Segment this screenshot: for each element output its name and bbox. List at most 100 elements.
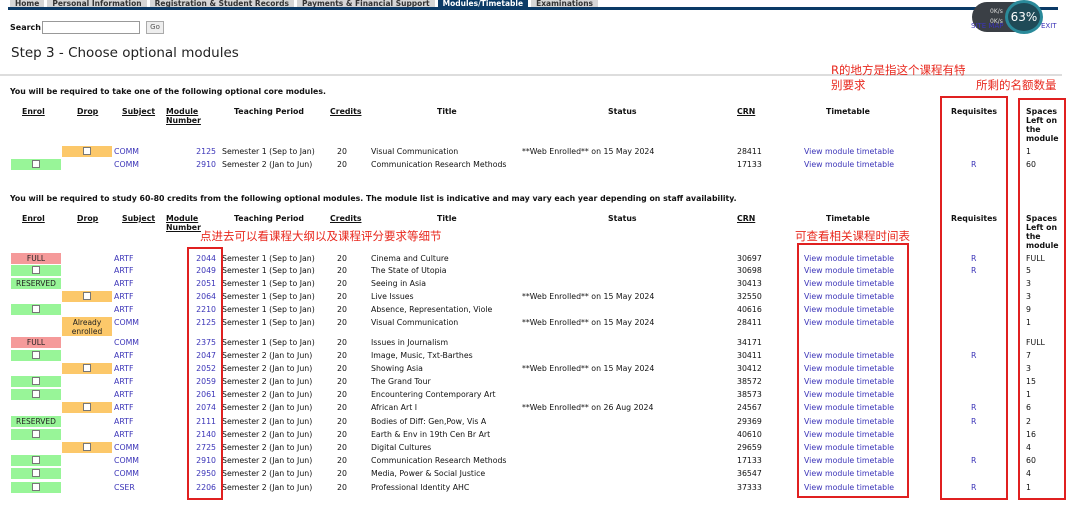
credits: 20 [337,456,347,465]
status: **Web Enrolled** on 15 May 2024 [522,147,655,156]
subject-link[interactable]: ARTF [114,351,133,361]
module-number-link[interactable]: 2910 [180,160,216,170]
exit-link[interactable]: EXIT [1041,22,1057,30]
subject-link[interactable]: COMM [114,469,139,479]
crn: 37333 [737,483,762,492]
enrol-checkbox-cell[interactable] [11,350,61,361]
drop-checkbox-cell[interactable] [62,291,112,302]
requisites-highlight [940,96,1008,500]
site-map-link[interactable]: SITE MAP [971,22,1003,30]
view-timetable-link[interactable]: View module timetable [804,147,894,157]
drop-checkbox[interactable] [83,403,91,411]
subject-link[interactable]: COMM [114,147,139,157]
tab-personal-information[interactable]: Personal Information [47,0,147,7]
header-module-number[interactable]: Module Number [166,214,201,232]
credits: 20 [337,377,347,386]
subject-link[interactable]: ARTF [114,430,133,440]
module-number-link[interactable]: 2125 [180,147,216,157]
header-crn[interactable]: CRN [737,214,755,223]
subject-link[interactable]: ARTF [114,305,133,315]
subject-link[interactable]: ARTF [114,403,133,413]
enrol-checkbox-cell[interactable] [11,429,61,440]
module-number-highlight [187,247,223,500]
drop-checkbox[interactable] [83,292,91,300]
subject-link[interactable]: ARTF [114,279,133,289]
module-title: The Grand Tour [371,377,431,386]
header-credits[interactable]: Credits [330,107,361,116]
header-drop[interactable]: Drop [77,107,98,116]
tab-examinations[interactable]: Examinations [531,0,598,7]
enrol-checkbox[interactable] [32,266,40,274]
header-enrol[interactable]: Enrol [22,214,45,223]
credits: 20 [337,469,347,478]
subject-link[interactable]: COMM [114,443,139,453]
header-subject[interactable]: Subject [122,214,155,223]
enrol-checkbox[interactable] [32,160,40,168]
subject-link[interactable]: COMM [114,318,139,328]
header-teaching-period: Teaching Period [234,214,304,223]
enrol-checkbox[interactable] [32,351,40,359]
crn: 28411 [737,318,762,327]
subject-link[interactable]: ARTF [114,364,133,374]
enrol-checkbox[interactable] [32,430,40,438]
tab-home[interactable]: Home [10,0,45,7]
enrol-checkbox[interactable] [32,377,40,385]
enrol-checkbox-cell[interactable] [11,389,61,400]
header-crn[interactable]: CRN [737,107,755,116]
enrol-checkbox[interactable] [32,456,40,464]
tab-modules-timetable[interactable]: Modules/Timetable [437,0,529,7]
subject-link[interactable]: ARTF [114,254,133,264]
enrol-checkbox-cell[interactable] [11,455,61,466]
drop-checkbox[interactable] [83,147,91,155]
drop-checkbox-cell[interactable] [62,402,112,413]
header-enrol[interactable]: Enrol [22,107,45,116]
subject-link[interactable]: ARTF [114,266,133,276]
module-title: Seeing in Asia [371,279,427,288]
status: **Web Enrolled** on 15 May 2024 [522,292,655,301]
view-timetable-link[interactable]: View module timetable [804,160,894,170]
enrol-checkbox[interactable] [32,483,40,491]
enrol-checkbox[interactable] [32,305,40,313]
drop-checkbox-cell[interactable] [62,363,112,374]
enrol-checkbox-cell[interactable] [11,304,61,315]
subject-link[interactable]: ARTF [114,292,133,302]
header-credits[interactable]: Credits [330,214,361,223]
credits: 20 [337,266,347,275]
drop-checkbox-cell[interactable] [62,146,112,157]
enrol-checkbox-cell[interactable] [11,159,61,170]
drop-checkbox-cell[interactable] [62,442,112,453]
crn: 17133 [737,160,762,169]
drop-checkbox[interactable] [83,364,91,372]
teaching-period: Semester 2 (Jan to Jun) [222,483,313,492]
header-module-number[interactable]: Module Number [166,107,201,125]
go-button[interactable]: Go [146,21,164,34]
crn: 32550 [737,292,762,301]
header-subject[interactable]: Subject [122,107,155,116]
module-title: Visual Communication [371,147,459,156]
enrol-checkbox[interactable] [32,390,40,398]
subject-link[interactable]: COMM [114,160,139,170]
enrol-checkbox-cell[interactable] [11,376,61,387]
enrol-checkbox-cell[interactable] [11,265,61,276]
subject-link[interactable]: CSER [114,483,135,493]
upload-speed: 0K/s [990,8,1003,15]
subject-link[interactable]: COMM [114,338,139,348]
subject-link[interactable]: ARTF [114,377,133,387]
enrol-checkbox-cell[interactable] [11,468,61,479]
module-title: Bodies of Diff: Gen,Pow, Vis A [371,417,487,426]
drop-checkbox[interactable] [83,443,91,451]
subject-link[interactable]: COMM [114,456,139,466]
subject-link[interactable]: ARTF [114,417,133,427]
memory-gauge: 63% [1005,0,1043,34]
module-title: African Art I [371,403,418,412]
search-input[interactable] [42,21,140,34]
header-drop[interactable]: Drop [77,214,98,223]
teaching-period: Semester 2 (Jan to Jun) [222,430,313,439]
enrol-checkbox-cell[interactable] [11,482,61,493]
tab-registration-student-records[interactable]: Registration & Student Records [149,0,294,7]
tab-payments-financial-support[interactable]: Payments & Financial Support [296,0,435,7]
module-title: Communication Research Methods [371,456,507,465]
enrol-checkbox[interactable] [32,469,40,477]
subject-link[interactable]: ARTF [114,390,133,400]
credits: 20 [337,318,347,327]
